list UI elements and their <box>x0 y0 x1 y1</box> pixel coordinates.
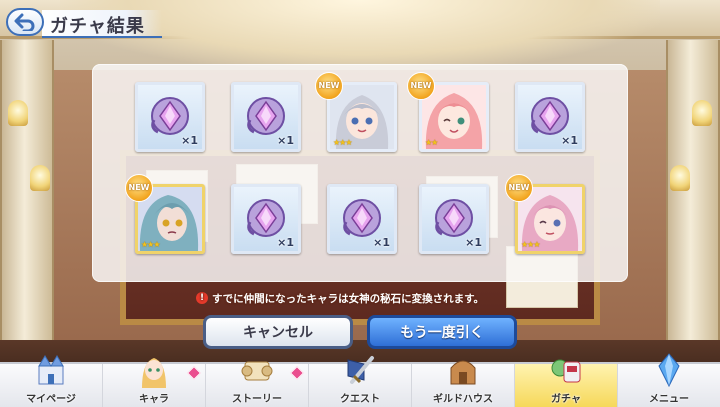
header: ガチャ結果 <box>0 6 170 40</box>
crystal-icon <box>658 353 680 388</box>
back-button[interactable] <box>6 8 44 36</box>
gacha-results-panel: ×1 ×1 ★★★ ★★ ×1 ★★★ ×1 ×1 ×1 ★★★ NEW NEW… <box>92 64 628 282</box>
nav-label: クエスト <box>340 394 380 405</box>
nav-label: マイページ <box>26 394 76 405</box>
lamp-icon <box>8 100 28 126</box>
nav-label: ギルドハウス <box>433 394 493 405</box>
nav-item-guild-house[interactable]: ギルドハウス <box>412 360 515 407</box>
new-badge: NEW <box>407 72 435 100</box>
rarity-stars: ★★ <box>425 138 438 147</box>
scroll-icon <box>241 361 273 381</box>
lamp-icon <box>670 165 690 191</box>
goddess-stone-icon <box>247 199 285 237</box>
nav-label: メニュー <box>649 394 689 405</box>
quantity-label: ×1 <box>181 134 198 147</box>
nav-item-mypage[interactable]: マイページ <box>0 355 103 407</box>
quantity-label: ×1 <box>277 134 294 147</box>
result-card-item[interactable]: ×1 <box>135 82 205 152</box>
quantity-label: ×1 <box>277 236 294 249</box>
sword-icon <box>347 356 374 384</box>
rarity-stars: ★★★ <box>521 240 540 249</box>
quantity-label: ×1 <box>561 134 578 147</box>
nav-item-story[interactable]: ストーリー <box>206 361 309 407</box>
goddess-stone-icon <box>531 97 569 135</box>
character-icon <box>142 358 166 388</box>
rarity-stars: ★★★ <box>333 138 352 147</box>
warning-icon: ! <box>196 292 208 304</box>
new-badge: NEW <box>125 174 153 202</box>
notice-text: すでに仲間になったキャラは女神の秘石に変換されます。 <box>212 292 485 305</box>
goddess-stone-icon <box>151 97 189 135</box>
result-card-item[interactable]: ×1 <box>515 82 585 152</box>
page-title: ガチャ結果 <box>50 16 145 37</box>
nav-label: ストーリー <box>232 394 282 405</box>
nav-item-quest[interactable]: クエスト <box>309 356 412 407</box>
conversion-notice: ! すでに仲間になったキャラは女神の秘石に変換されます。 <box>196 290 536 306</box>
result-card-item[interactable]: ×1 <box>327 184 397 254</box>
new-badge: NEW <box>315 72 343 100</box>
new-badge: NEW <box>505 174 533 202</box>
cancel-button[interactable]: キャンセル <box>203 315 353 349</box>
gacha-icon <box>551 359 581 383</box>
goddess-stone-icon <box>247 97 285 135</box>
result-card-item[interactable]: ×1 <box>419 184 489 254</box>
notification-dot-icon <box>186 365 202 381</box>
quantity-label: ×1 <box>373 236 390 249</box>
back-arrow-icon <box>14 13 35 31</box>
rarity-stars: ★★★ <box>141 240 160 249</box>
goddess-stone-icon <box>343 199 381 237</box>
nav-label: ガチャ <box>551 394 581 405</box>
lamp-icon <box>30 165 50 191</box>
bottom-nav: マイページ キャラ ストーリー クエスト ギルドハウス ガチャ メニュー <box>0 353 720 407</box>
guild-house-icon <box>450 360 476 385</box>
lamp-icon <box>692 100 712 126</box>
nav-label: キャラ <box>139 394 169 405</box>
nav-item-menu[interactable]: メニュー <box>618 353 720 407</box>
nav-item-chara[interactable]: キャラ <box>103 358 206 407</box>
goddess-stone-icon <box>435 199 473 237</box>
result-card-item[interactable]: ×1 <box>231 82 301 152</box>
nav-item-gacha[interactable]: ガチャ <box>515 359 618 407</box>
quantity-label: ×1 <box>465 236 482 249</box>
castle-icon <box>38 355 64 385</box>
draw-again-button[interactable]: もう一度引く <box>367 315 517 349</box>
result-card-item[interactable]: ×1 <box>231 184 301 254</box>
notification-dot-icon <box>289 365 305 381</box>
